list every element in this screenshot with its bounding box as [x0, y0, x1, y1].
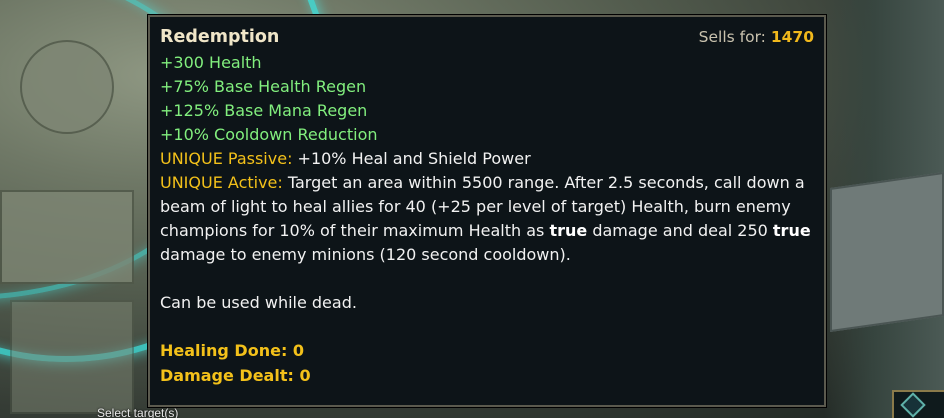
sell-price-label: Sells for: — [698, 28, 766, 46]
true-damage-keyword: true — [549, 221, 588, 240]
item-name: Redemption — [160, 27, 280, 47]
hud-corner[interactable] — [892, 390, 944, 418]
stone-tile — [20, 40, 114, 134]
counter-label: Healing Done: — [160, 341, 288, 360]
active-text: damage to enemy minions (120 second cool… — [160, 245, 571, 264]
usage-note: Can be used while dead. — [160, 293, 357, 312]
item-stats: +300 Health +75% Base Health Regen +125%… — [160, 51, 814, 147]
map-rock — [830, 171, 944, 333]
sell-price: Sells for: 1470 — [699, 25, 814, 49]
passive-label: UNIQUE Passive: — [160, 149, 293, 168]
active-text: damage and deal 250 — [587, 221, 773, 240]
stone-tile — [0, 190, 134, 284]
unique-passive: UNIQUE Passive: +10% Heal and Shield Pow… — [160, 147, 814, 171]
active-label: UNIQUE Active: — [160, 173, 283, 192]
unique-active: UNIQUE Active: Target an area within 550… — [160, 171, 814, 267]
stat-line: +10% Cooldown Reduction — [160, 125, 378, 144]
sell-price-value: 1470 — [770, 28, 814, 46]
counter-value: 0 — [299, 366, 311, 385]
stat-line: +300 Health — [160, 53, 262, 72]
item-tooltip: Redemption Sells for: 1470 +300 Health +… — [148, 15, 826, 407]
select-target-prompt: Select target(s) — [97, 406, 179, 418]
passive-text: +10% Heal and Shield Power — [292, 149, 531, 168]
item-counters: Healing Done: 0 Damage Dealt: 0 — [160, 339, 814, 389]
damage-dealt-counter: Damage Dealt: 0 — [160, 364, 814, 389]
counter-label: Damage Dealt: — [160, 366, 294, 385]
true-damage-keyword: true — [772, 221, 811, 240]
stone-tile — [10, 300, 134, 414]
tooltip-header: Redemption Sells for: 1470 — [160, 23, 814, 49]
stat-line: +75% Base Health Regen — [160, 77, 367, 96]
stat-line: +125% Base Mana Regen — [160, 101, 368, 120]
counter-value: 0 — [292, 341, 305, 360]
ward-diamond-icon[interactable] — [900, 392, 926, 418]
healing-done-counter: Healing Done: 0 — [160, 339, 814, 364]
